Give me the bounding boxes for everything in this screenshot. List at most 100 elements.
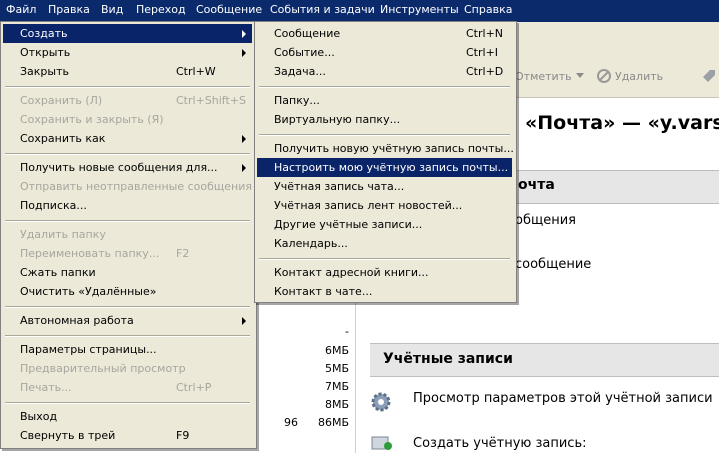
menu-item-shortcut: Ctrl+D	[466, 65, 504, 78]
menu-separator	[5, 335, 250, 337]
menu-item-other-accounts[interactable]: Другие учётные записи...	[257, 215, 512, 234]
menu-item-label: Получить новую учётную запись почты...	[274, 142, 514, 155]
settings-gear-icon	[369, 390, 393, 414]
menu-item-new-event[interactable]: Событие... Ctrl+I	[257, 43, 512, 62]
menu-separator	[5, 306, 250, 308]
menu-item-label: Учётная запись чата...	[274, 180, 405, 193]
menu-item-shortcut: F9	[176, 429, 190, 442]
menubar: Файл Правка Вид Переход Сообщение Событи…	[0, 0, 719, 22]
menu-item-label: Подписка...	[20, 199, 87, 212]
mail-section-title: очта	[518, 177, 555, 193]
menu-item-offline[interactable]: Автономная работа	[3, 311, 252, 330]
menu-item-print-preview[interactable]: Предварительный просмотр	[3, 359, 252, 378]
menu-item-label: Контакт в чате...	[274, 285, 373, 298]
menu-events-tasks[interactable]: События и задачи	[270, 3, 375, 16]
write-message-link[interactable]: сообщение	[515, 257, 591, 272]
menu-item-label: Папку...	[274, 94, 320, 107]
menu-item-label: Очистить «Удалённые»	[20, 285, 157, 298]
mark-dropdown-icon[interactable]	[576, 73, 584, 79]
menu-item-minimize-to-tray[interactable]: Свернуть в трей F9	[3, 426, 252, 445]
submenu-arrow-icon	[242, 30, 246, 38]
menu-item-new-message[interactable]: Сообщение Ctrl+N	[257, 24, 512, 43]
menu-item-send-unsent[interactable]: Отправить неотправленные сообщения	[3, 177, 252, 196]
add-account-icon	[371, 433, 393, 451]
menu-item-label: Задача...	[274, 65, 326, 78]
menu-separator	[5, 220, 250, 222]
menu-item-label: Автономная работа	[20, 314, 134, 327]
menu-message[interactable]: Сообщение	[196, 3, 262, 16]
menu-item-compact-folders[interactable]: Сжать папки	[3, 263, 252, 282]
menu-item-label: Удалить папку	[20, 228, 106, 241]
menu-item-chat-account[interactable]: Учётная запись чата...	[257, 177, 512, 196]
menu-item-calendar[interactable]: Календарь...	[257, 234, 512, 253]
menu-separator	[5, 86, 250, 88]
submenu-arrow-icon	[242, 164, 246, 172]
folder-size: 8МБ	[324, 398, 349, 411]
menu-item-subscribe[interactable]: Подписка...	[3, 196, 252, 215]
menu-file[interactable]: Файл	[6, 3, 36, 16]
pane-divider[interactable]	[355, 300, 356, 453]
menu-item-shortcut: Ctrl+W	[176, 65, 216, 78]
menu-item-save-and-close[interactable]: Сохранить и закрыть (Я)	[3, 110, 252, 129]
menu-item-rename-folder[interactable]: Переименовать папку... F2	[3, 244, 252, 263]
menu-item-label: Контакт адресной книги...	[274, 266, 429, 279]
menu-item-print[interactable]: Печать... Ctrl+P	[3, 378, 252, 397]
menu-help[interactable]: Справка	[464, 3, 512, 16]
menu-item-open[interactable]: Открыть	[3, 43, 252, 62]
menu-item-close[interactable]: Закрыть Ctrl+W	[3, 62, 252, 81]
menu-item-chat-contact[interactable]: Контакт в чате...	[257, 282, 512, 301]
menu-item-page-setup[interactable]: Параметры страницы...	[3, 340, 252, 359]
view-account-settings-link[interactable]: Просмотр параметров этой учётной записи	[413, 391, 713, 406]
menu-item-save[interactable]: Сохранить (Л) Ctrl+Shift+S	[3, 91, 252, 110]
menu-separator	[5, 153, 250, 155]
submenu-arrow-icon	[242, 317, 246, 325]
menu-item-address-book-contact[interactable]: Контакт адресной книги...	[257, 263, 512, 282]
create-submenu: Сообщение Ctrl+N Событие... Ctrl+I Задач…	[254, 21, 517, 303]
menu-item-label: Учётная запись лент новостей...	[274, 199, 463, 212]
menu-item-label: Печать...	[20, 381, 72, 394]
toolbar: Отметить Удалить	[515, 22, 719, 98]
page-title: «Почта» — «y.vars	[525, 112, 719, 134]
folder-size: 86МБ	[317, 416, 349, 429]
menu-item-setup-mail-account[interactable]: Настроить мою учётную запись почты...	[257, 158, 512, 177]
menu-item-save-as[interactable]: Сохранить как	[3, 129, 252, 148]
menu-go[interactable]: Переход	[136, 3, 186, 16]
menu-item-exit[interactable]: Выход	[3, 407, 252, 426]
menu-separator	[259, 134, 510, 136]
menu-item-label: Виртуальную папку...	[274, 113, 401, 126]
menu-item-new-task[interactable]: Задача... Ctrl+D	[257, 62, 512, 81]
folder-size: 7МБ	[324, 380, 349, 393]
menu-item-label: Создать	[20, 27, 68, 40]
menu-item-label: Настроить мою учётную запись почты...	[274, 161, 509, 174]
file-menu: Создать Открыть Закрыть Ctrl+W Сохранить…	[0, 21, 257, 449]
menu-edit[interactable]: Правка	[48, 3, 90, 16]
menu-item-empty-trash[interactable]: Очистить «Удалённые»	[3, 282, 252, 301]
menu-item-feed-account[interactable]: Учётная запись лент новостей...	[257, 196, 512, 215]
read-messages-link[interactable]: общения	[515, 213, 576, 228]
menu-item-label: Предварительный просмотр	[20, 362, 186, 375]
delete-button[interactable]: Удалить	[615, 70, 663, 83]
menu-item-label: Переименовать папку...	[20, 247, 160, 260]
menu-separator	[5, 402, 250, 404]
menu-item-get-messages[interactable]: Получить новые сообщения для...	[3, 158, 252, 177]
submenu-arrow-icon	[242, 135, 246, 143]
tag-icon[interactable]	[701, 68, 717, 84]
mark-button[interactable]: Отметить	[515, 70, 572, 83]
menu-item-create[interactable]: Создать	[3, 24, 252, 43]
menu-view[interactable]: Вид	[101, 3, 123, 16]
menu-item-new-folder[interactable]: Папку...	[257, 91, 512, 110]
folder-size: -	[345, 325, 349, 338]
folder-size: 6МБ	[324, 344, 349, 357]
menu-item-shortcut: Ctrl+I	[466, 46, 499, 59]
create-account-link[interactable]: Создать учётную запись:	[413, 436, 587, 451]
menu-item-label: Сохранить (Л)	[20, 94, 103, 107]
menu-item-label: Получить новые сообщения для...	[20, 161, 218, 174]
menu-item-new-virtual-folder[interactable]: Виртуальную папку...	[257, 110, 512, 129]
folder-pane	[257, 300, 354, 453]
menu-item-delete-folder[interactable]: Удалить папку	[3, 225, 252, 244]
menu-tools[interactable]: Инструменты	[380, 3, 459, 16]
menu-item-shortcut: F2	[176, 247, 190, 260]
menu-item-label: Сжать папки	[20, 266, 96, 279]
menu-item-get-new-mail-account[interactable]: Получить новую учётную запись почты...	[257, 139, 514, 158]
menu-separator	[259, 86, 510, 88]
